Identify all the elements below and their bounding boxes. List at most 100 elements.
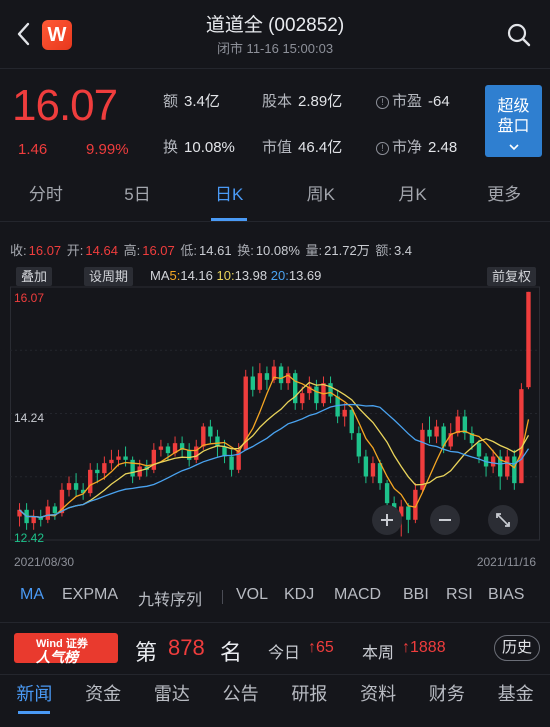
kline-canvas [10,286,540,541]
nav-profile[interactable]: 资料 [344,675,413,714]
candle-body [490,456,496,467]
candle-body [88,469,93,494]
expand-icon[interactable] [488,505,518,535]
candle-body [123,456,128,460]
price-change-pct: 9.99% [86,141,129,158]
stat-value: 2.48 [428,139,458,156]
candle-body [158,446,164,450]
tab-daily-k[interactable]: 日K [183,170,275,221]
candle-body [363,456,369,477]
week-label: 本周 [362,645,395,662]
indicator-kdj[interactable]: KDJ [284,586,314,604]
y-label-high: 16.07 [14,291,45,305]
app-header: W 道道全 (002852) 闭市 11-16 15:00:03 [0,0,550,68]
candle-body [427,429,432,437]
close-value: 16.07 [28,243,62,258]
set-period-button[interactable]: 设周期 [84,267,134,286]
ma5-value: 14.16 [180,268,213,283]
stat-label: 市盈 [392,93,423,110]
stat-label: 额 [163,93,179,110]
candle-body [45,506,50,520]
candle-body [512,456,517,484]
stat-pb[interactable]: ! 市净 2.48 [376,136,457,157]
indicator-td9[interactable]: 九转序列 [138,586,202,610]
super-level2-button[interactable]: 超级 盘口 [485,85,542,157]
indicator-rsi[interactable]: RSI [446,586,473,604]
candle-body [434,426,439,437]
candle-body [293,373,298,404]
nav-funds[interactable]: 资金 [69,675,138,714]
info-icon: ! [376,142,389,155]
candle-body [370,463,376,477]
turnover-value: 10.08% [255,243,300,258]
x-start-date: 2021/08/30 [14,555,75,569]
indicator-macd[interactable]: MACD [334,586,381,604]
kline-chart[interactable]: 叠加 设周期 MA5:14.16 10:13.98 20:13.69 前复权 1… [10,265,540,550]
tab-weekly-k[interactable]: 周K [275,170,367,221]
tab-monthly-k[interactable]: 月K [367,170,459,221]
x-end-date: 2021/11/16 [476,555,536,569]
ma20-line [19,403,530,518]
stat-shares: 股本 2.89亿 [262,90,342,111]
low-label: 低: [180,243,198,258]
candle-body [52,506,58,514]
nav-fund[interactable]: 基金 [481,675,550,714]
quote-panel: 16.07 1.46 9.99% 额 3.4亿 股本 2.89亿 ! 市盈 -64 换1… [0,68,550,168]
nav-research[interactable]: 研报 [275,675,344,714]
zoom-in-icon[interactable] [372,505,402,535]
candle-body [250,376,255,390]
indicator-bar: MA EXPMA 九转序列 VOL KDJ MACD BBI RSI BIAS [0,578,550,614]
candle-body [215,436,220,447]
indicator-bias[interactable]: BIAS [488,586,524,604]
stat-turnover: 换 10.08% [163,136,235,157]
candle-body [300,393,305,404]
candle-body [356,433,362,457]
nav-announcements[interactable]: 公告 [206,675,275,714]
stat-value: 46.4亿 [298,139,343,156]
tab-intraday[interactable]: 分时 [0,170,92,221]
candle-body [505,456,510,477]
adjust-button[interactable]: 前复权 [486,267,536,286]
overlay-button[interactable]: 叠加 [16,267,53,286]
search-icon[interactable] [506,22,532,48]
nav-financials[interactable]: 财务 [413,675,482,714]
stat-label: 股本 [262,93,293,110]
info-icon: ! [376,96,389,109]
candle-body [455,416,460,434]
stat-label: 市净 [392,139,423,156]
stat-amount: 额 3.4亿 [163,90,220,111]
history-button[interactable]: 历史 [494,635,540,661]
nav-radar[interactable]: 雷达 [138,675,207,714]
candle-body [31,516,36,524]
stat-pe[interactable]: ! 市盈 -64 [376,90,450,111]
stat-market-cap[interactable]: 市值 46.4亿 [262,136,342,157]
indicator-bbi[interactable]: BBI [403,586,429,604]
stat-value: 3.4亿 [184,93,220,110]
stat-value: -64 [428,93,450,110]
popularity-rank[interactable]: Wind 证券 人气榜 第 878 名 今日 ↑65 本周 ↑1888 历史 [0,622,550,670]
price-change: 1.46 [18,141,48,158]
indicator-divider [222,590,223,604]
ma20-value: 13.69 [288,268,322,283]
indicator-vol[interactable]: VOL [236,586,268,604]
rank-logo-main: 人气榜 [36,649,78,665]
indicator-ma[interactable]: MA [20,586,44,604]
candle-body [165,446,171,454]
candle-body [257,373,263,390]
rank-suffix: 名 [220,640,243,665]
indicator-expma[interactable]: EXPMA [62,586,118,604]
ma5-num: 5: [169,268,181,283]
tab-more[interactable]: 更多 [458,170,550,221]
stat-label: 换 [163,139,179,156]
ohlc-strip: 收: 16.07 开: 14.64 高: 16.07 低: 14.61 换: 10.08%… [10,240,550,259]
y-label-mid: 14.24 [14,411,45,425]
nav-news[interactable]: 新闻 [0,675,69,714]
low-value: 14.61 [199,243,232,258]
ma-label: MA [150,268,170,283]
zoom-out-icon[interactable] [430,505,460,535]
tab-5day[interactable]: 5日 [92,170,184,221]
amount-label: 额: [375,243,392,258]
ma-legend: MA5:14.16 10:13.98 20:13.69 [150,268,321,283]
candle-body [66,483,72,490]
candle-body [519,389,524,484]
